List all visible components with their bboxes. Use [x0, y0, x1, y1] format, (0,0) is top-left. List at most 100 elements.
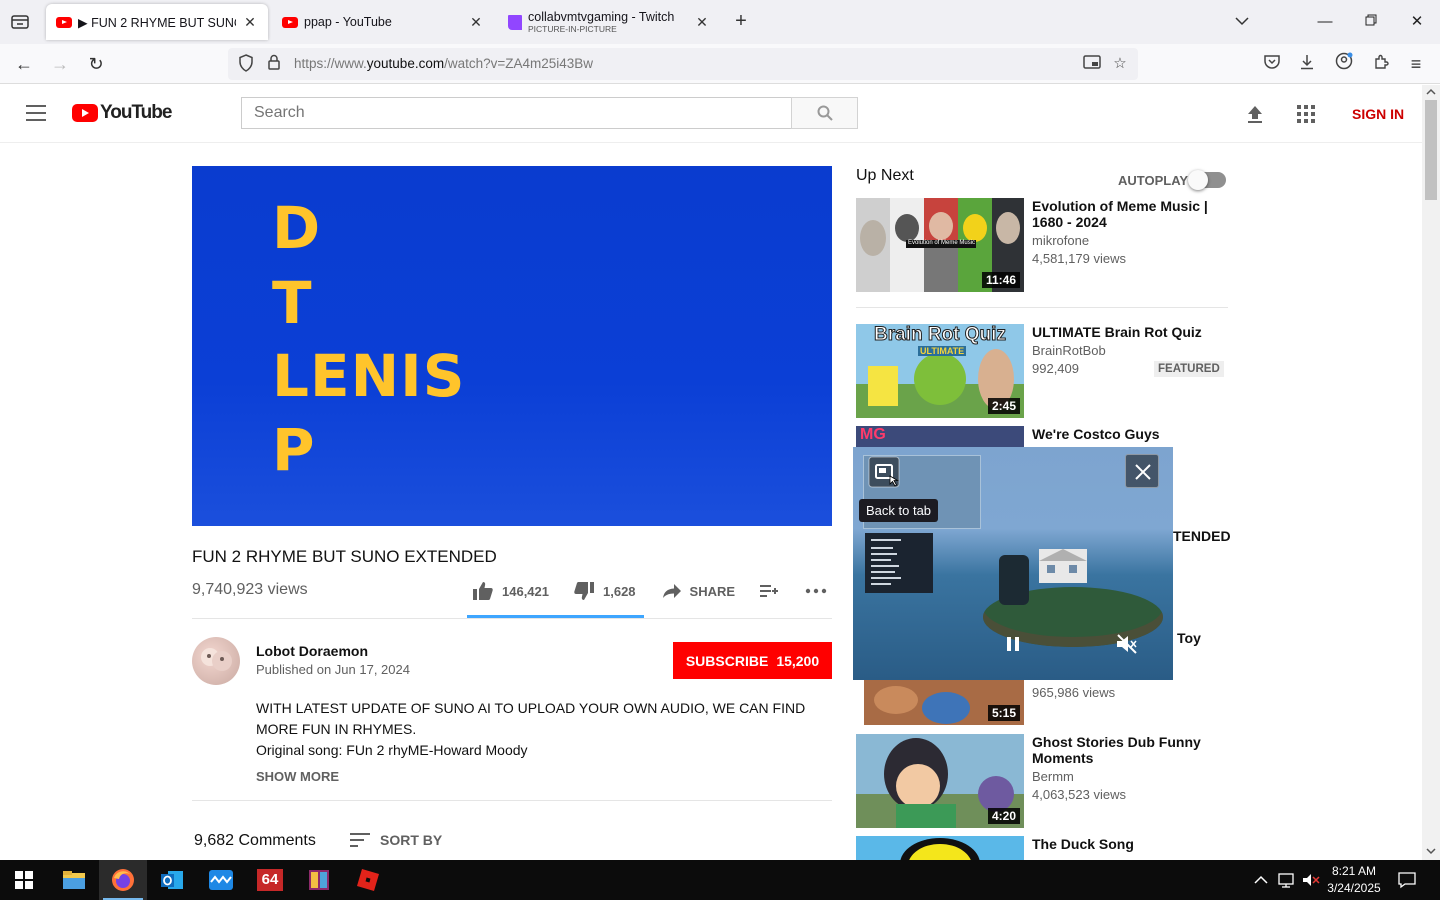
- taskbar-app-wave[interactable]: [197, 860, 245, 900]
- app-64-icon: 64: [257, 869, 283, 891]
- pause-icon: [1007, 637, 1019, 651]
- taskbar-roblox[interactable]: [344, 860, 392, 900]
- reload-icon[interactable]: ↻: [84, 52, 108, 76]
- pip-close-button[interactable]: [1125, 454, 1159, 488]
- guide-menu-icon[interactable]: [26, 105, 46, 121]
- video-title[interactable]: We're Costco Guys: [1032, 426, 1222, 442]
- close-tab-icon[interactable]: ✕: [242, 14, 258, 30]
- thumbnail-subcaption: ULTIMATE: [918, 346, 967, 356]
- recommended-video[interactable]: The Duck Song: [856, 836, 1228, 860]
- video-title[interactable]: Ghost Stories Dub Funny Moments: [1032, 734, 1222, 766]
- video-player[interactable]: D T LENIS P: [192, 166, 832, 526]
- video-thumbnail[interactable]: Brain Rot Quiz ULTIMATE 2:45: [856, 324, 1024, 418]
- dislike-button[interactable]: 1,628: [573, 581, 636, 601]
- description-line: Original song: FUn 2 rhyME-Howard Moody: [256, 742, 528, 758]
- recommended-video[interactable]: MG We're Costco Guys: [856, 426, 1228, 448]
- taskbar-firefox[interactable]: [99, 860, 147, 900]
- tab-overflow-chevron-icon[interactable]: [1230, 10, 1254, 34]
- tab-twitch-collabvm[interactable]: collabvmtvgaming - Twitch PICTURE-IN-PIC…: [498, 0, 720, 44]
- comment-count: 9,682 Comments: [194, 832, 316, 849]
- clock-time: 8:21 AM: [1331, 864, 1377, 878]
- video-thumbnail[interactable]: [856, 836, 1024, 860]
- channel-name[interactable]: Lobot Doraemon: [256, 643, 368, 659]
- video-title-partial[interactable]: Toy: [1177, 630, 1201, 646]
- channel-name[interactable]: BrainRotBob: [1032, 342, 1106, 360]
- recommended-video[interactable]: Evolution of Meme Music 11:46 Evolution …: [856, 198, 1228, 292]
- pocket-icon[interactable]: [1260, 52, 1284, 76]
- forward-arrow-icon[interactable]: →: [48, 52, 72, 76]
- url-path: /watch?v=ZA4m25i43Bw: [444, 56, 594, 71]
- like-count: 146,421: [502, 583, 549, 599]
- video-title-partial[interactable]: TENDED: [1173, 528, 1231, 544]
- close-tab-icon[interactable]: ✕: [468, 14, 484, 30]
- recommended-video[interactable]: 4:20 Ghost Stories Dub Funny Moments Ber…: [856, 734, 1228, 828]
- back-arrow-icon[interactable]: ←: [12, 52, 36, 76]
- sort-comments-button[interactable]: SORT BY: [350, 832, 442, 848]
- taskbar-file-explorer[interactable]: [50, 860, 98, 900]
- account-icon[interactable]: [1332, 52, 1356, 76]
- subscribe-button[interactable]: SUBSCRIBE 15,200: [673, 642, 832, 679]
- youtube-logo[interactable]: YouTube: [72, 102, 172, 124]
- video-title[interactable]: Evolution of Meme Music | 1680 - 2024: [1032, 198, 1222, 230]
- close-window-button[interactable]: ✕: [1405, 10, 1429, 34]
- bookmark-star-icon[interactable]: ☆: [1110, 54, 1130, 74]
- search-button[interactable]: [791, 97, 858, 129]
- share-button[interactable]: SHARE: [662, 583, 735, 599]
- recommended-video[interactable]: 5:15 965,986 views: [856, 680, 1228, 725]
- channel-avatar[interactable]: [192, 637, 240, 685]
- windows-logo-icon: [15, 871, 33, 889]
- thumbnail-caption: Brain Rot Quiz: [874, 324, 1007, 346]
- scroll-down-arrow-icon[interactable]: [1426, 847, 1436, 855]
- new-tab-button[interactable]: +: [730, 10, 752, 32]
- add-to-playlist-button[interactable]: [759, 583, 787, 599]
- channel-name[interactable]: mikrofone: [1032, 232, 1089, 250]
- address-bar[interactable]: https://www.youtube.com/watch?v=ZA4m25i4…: [228, 48, 1138, 80]
- more-actions-button[interactable]: [805, 588, 835, 594]
- video-title[interactable]: The Duck Song: [1032, 836, 1222, 852]
- page-scrollbar[interactable]: [1422, 85, 1440, 860]
- search-input[interactable]: [242, 98, 791, 128]
- thumbs-up-icon: [473, 582, 493, 600]
- notifications-icon[interactable]: [1398, 860, 1416, 900]
- upload-icon[interactable]: [1244, 103, 1266, 125]
- taskbar-app-archive[interactable]: [295, 860, 343, 900]
- minimize-window-button[interactable]: —: [1313, 10, 1337, 34]
- tab-youtube-ppap[interactable]: ppap - YouTube ✕: [272, 0, 494, 44]
- show-more-button[interactable]: SHOW MORE: [256, 769, 339, 784]
- list-all-tabs-icon[interactable]: [8, 11, 32, 33]
- video-thumbnail[interactable]: MG: [856, 426, 1024, 448]
- video-thumbnail[interactable]: 5:15: [856, 680, 1024, 725]
- app-menu-icon[interactable]: ≡: [1404, 52, 1428, 76]
- autoplay-toggle[interactable]: [1188, 170, 1226, 190]
- taskbar-app-64[interactable]: 64: [246, 860, 294, 900]
- video-thumbnail[interactable]: 4:20: [856, 734, 1024, 828]
- tab-title: collabvmtvgaming - Twitch: [528, 10, 675, 24]
- video-thumbnail[interactable]: Evolution of Meme Music 11:46: [856, 198, 1024, 292]
- back-to-tab-button[interactable]: [868, 456, 900, 488]
- volume-muted-icon[interactable]: [1302, 860, 1320, 900]
- pip-pause-button[interactable]: [1003, 634, 1023, 654]
- back-to-tab-icon: [868, 456, 900, 488]
- sign-in-button[interactable]: SIGN IN: [1352, 106, 1404, 122]
- restore-window-button[interactable]: [1359, 10, 1383, 34]
- channel-name[interactable]: Bermm: [1032, 768, 1074, 786]
- tray-overflow-chevron-icon[interactable]: [1254, 860, 1268, 900]
- video-title[interactable]: ULTIMATE Brain Rot Quiz: [1032, 324, 1222, 340]
- tab-youtube-fun2rhyme[interactable]: ▶ FUN 2 RHYME BUT SUNO EX ✕: [46, 4, 268, 40]
- tracking-protection-shield-icon[interactable]: [236, 54, 256, 74]
- scrollbar-thumb[interactable]: [1425, 100, 1437, 200]
- youtube-favicon-icon: [282, 16, 298, 28]
- lock-icon[interactable]: [264, 54, 284, 74]
- start-button[interactable]: [0, 860, 48, 900]
- extensions-puzzle-icon[interactable]: [1369, 52, 1393, 76]
- like-button[interactable]: 146,421: [472, 581, 549, 601]
- network-icon[interactable]: [1278, 860, 1296, 900]
- apps-grid-icon[interactable]: [1296, 104, 1316, 124]
- downloads-icon[interactable]: [1295, 52, 1319, 76]
- scroll-up-arrow-icon[interactable]: [1426, 88, 1436, 96]
- close-tab-icon[interactable]: ✕: [694, 14, 710, 30]
- taskbar-outlook[interactable]: [148, 860, 196, 900]
- system-clock[interactable]: 8:21 AM 3/24/2025: [1326, 863, 1382, 897]
- picture-in-picture-toggle-icon[interactable]: [1082, 54, 1102, 74]
- pip-mute-button[interactable]: [1115, 632, 1139, 656]
